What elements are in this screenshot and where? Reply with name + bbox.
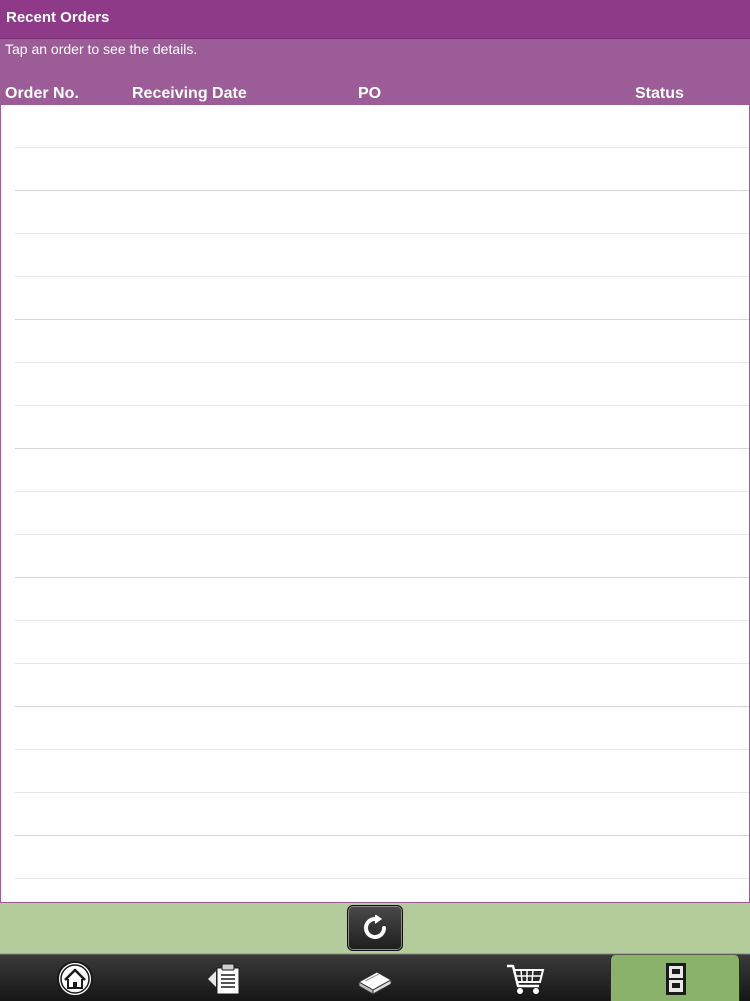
column-header-status: Status	[635, 85, 684, 102]
refresh-icon	[364, 915, 386, 939]
column-header-order-no: Order No.	[5, 85, 79, 102]
list-row-separator	[15, 362, 749, 363]
refresh-toolbar	[0, 903, 750, 954]
list-row-separator	[15, 663, 749, 664]
refresh-button[interactable]	[347, 905, 403, 951]
table-header-bar: Tap an order to see the details. Order N…	[0, 39, 750, 105]
tab-catalog[interactable]	[300, 955, 450, 1001]
list-row-separator	[15, 706, 749, 707]
list-row-separator	[15, 276, 749, 277]
instruction-text: Tap an order to see the details.	[5, 41, 198, 57]
list-row-separator	[15, 792, 749, 793]
tab-recent-orders[interactable]	[610, 955, 740, 1001]
tab-home[interactable]	[0, 955, 150, 1001]
list-row-separator	[15, 878, 749, 879]
list-row-separator	[15, 577, 749, 578]
cart-icon	[507, 964, 545, 994]
list-row-separator	[15, 491, 749, 492]
list-row-separator	[15, 405, 749, 406]
orders-list[interactable]	[0, 105, 750, 903]
orders-clipboard-icon	[208, 963, 240, 995]
list-row-separator	[15, 534, 749, 535]
list-row-separator	[15, 190, 749, 191]
recent-orders-icon	[666, 963, 686, 995]
list-row-separator	[15, 319, 749, 320]
column-header-po: PO	[358, 85, 382, 102]
catalog-book-icon	[357, 971, 393, 995]
tab-cart[interactable]	[450, 955, 600, 1001]
list-row-separator	[15, 448, 749, 449]
list-row-separator	[15, 147, 749, 148]
column-header-receiving-date: Receiving Date	[132, 85, 247, 102]
list-row-separator	[15, 233, 749, 234]
list-row-separator	[15, 620, 749, 621]
list-row-separator	[15, 835, 749, 836]
page-title: Recent Orders	[6, 9, 110, 26]
tab-bar	[0, 954, 750, 1001]
list-row-separator	[15, 749, 749, 750]
title-bar: Recent Orders	[0, 0, 750, 39]
home-icon	[57, 961, 93, 997]
tab-orders[interactable]	[150, 955, 300, 1001]
